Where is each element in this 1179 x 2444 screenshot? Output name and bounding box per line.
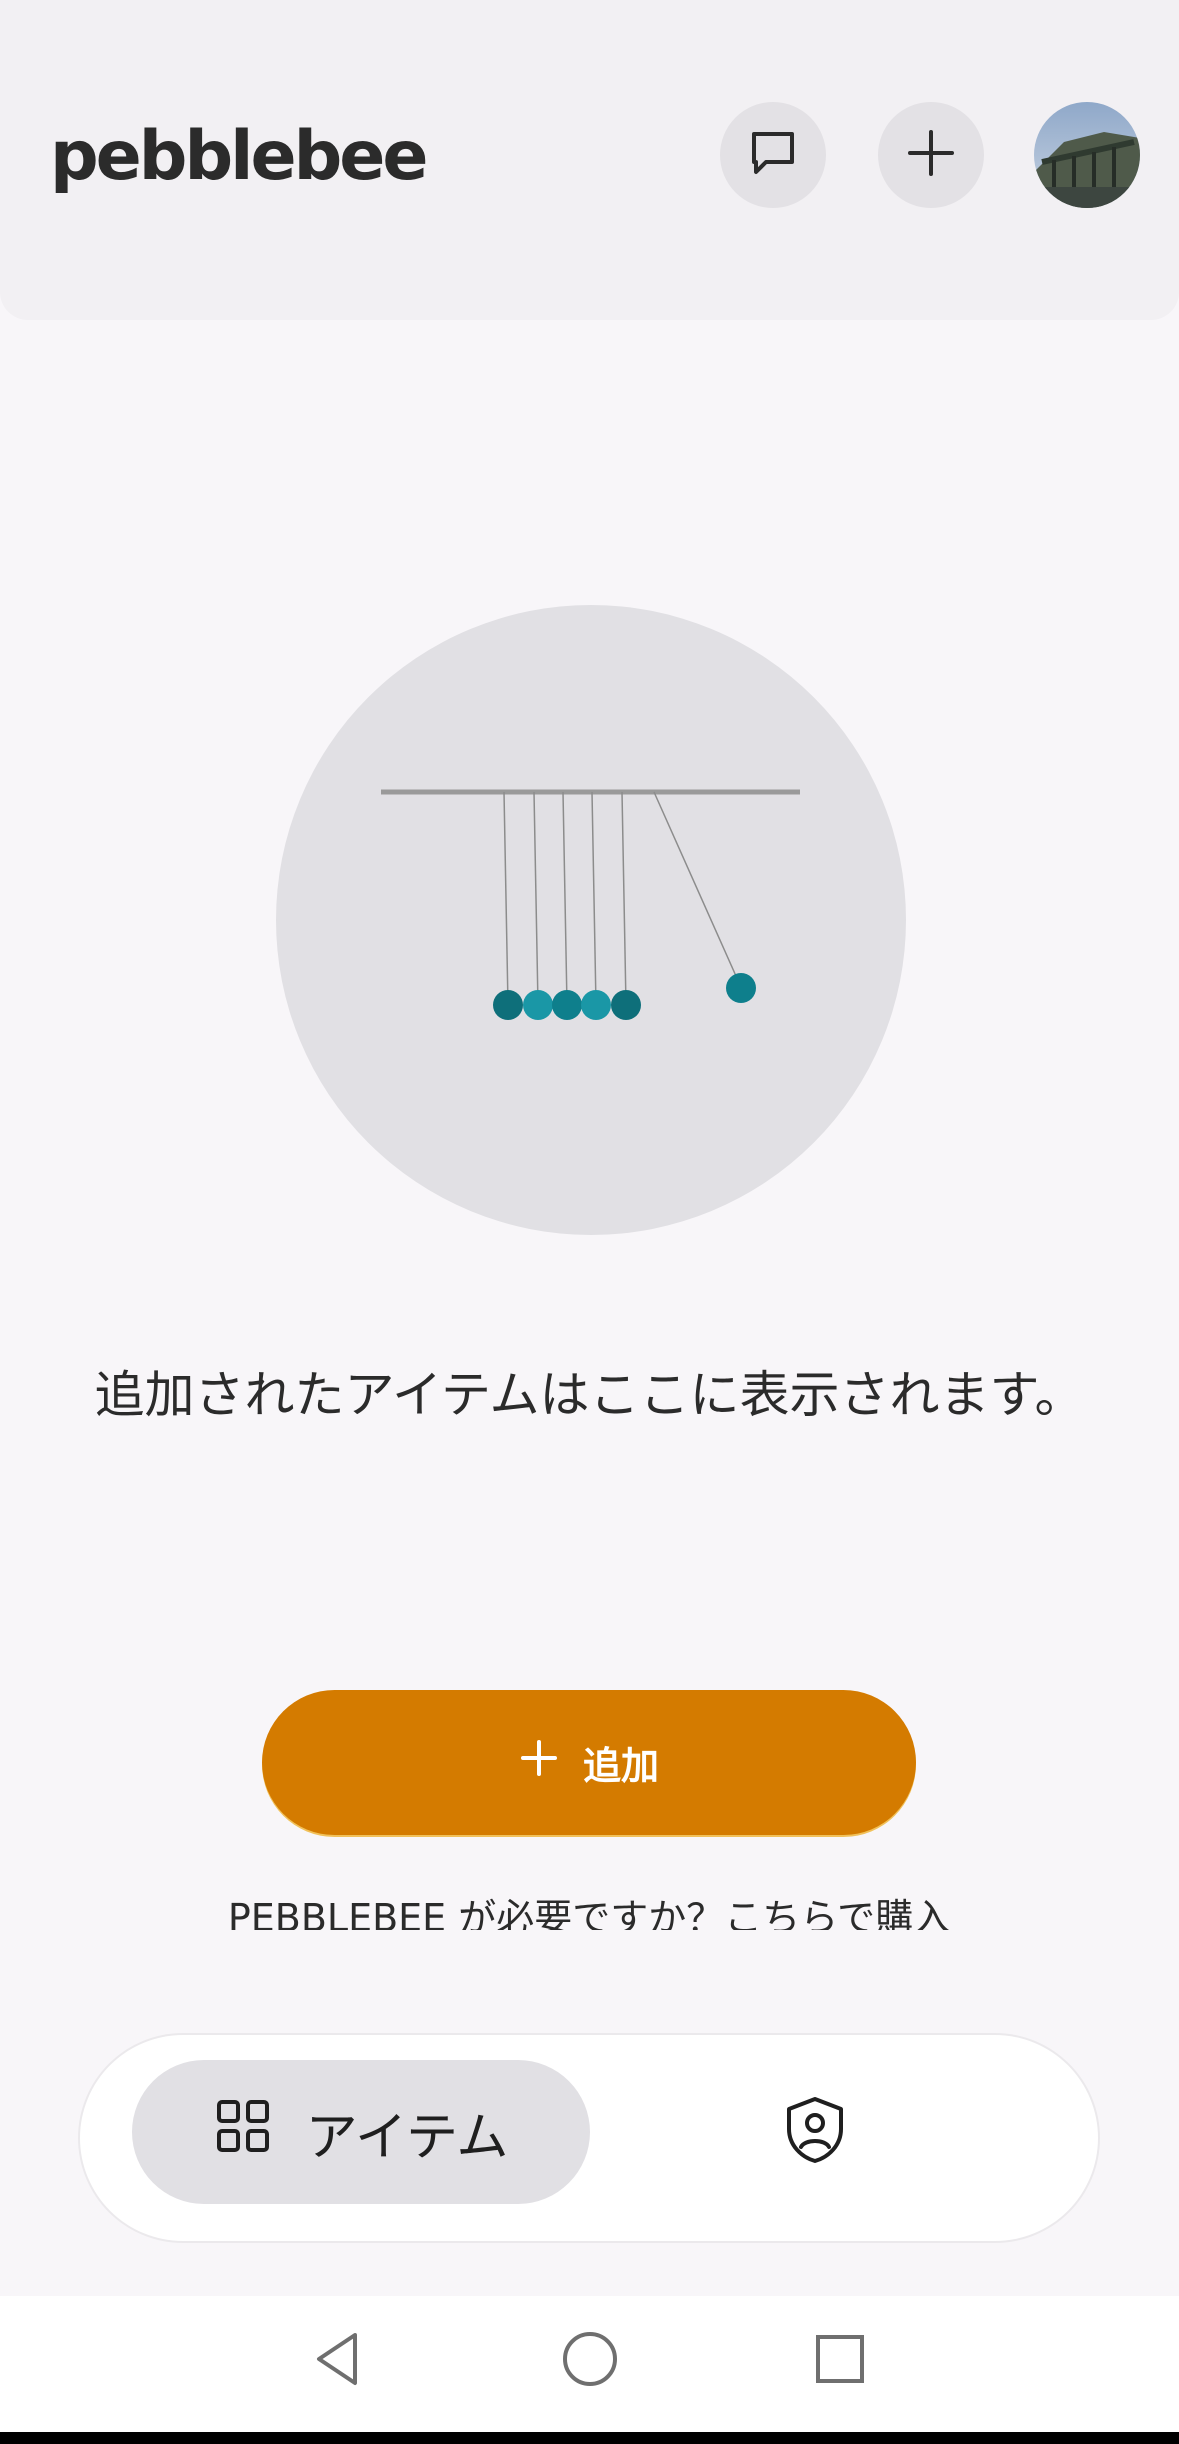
tab-security[interactable]: [780, 2097, 850, 2167]
pebblebee-logo: pebblebee: [50, 117, 428, 196]
tab-items[interactable]: アイテム: [132, 2060, 590, 2204]
add-item-button[interactable]: 追加: [262, 1690, 916, 1835]
chat-bubble-icon: [744, 124, 802, 186]
home-button[interactable]: [555, 2326, 625, 2396]
back-icon: [309, 2329, 365, 2393]
add-item-label: 追加: [582, 1744, 659, 1788]
back-button[interactable]: [302, 2326, 372, 2396]
screen-bottom-edge: [0, 2432, 1179, 2444]
tab-items-label: アイテム: [305, 2107, 509, 2168]
recents-icon: [812, 2331, 868, 2391]
grid-icon: [214, 2097, 272, 2168]
avatar[interactable]: [1034, 102, 1140, 208]
purchase-link[interactable]: PEBBLEBEE が必要ですか？こちらで購入: [0, 1888, 1179, 1930]
add-button[interactable]: [878, 102, 984, 208]
newtons-cradle-illustration: [381, 789, 800, 1020]
plus-icon: [519, 1738, 559, 1787]
app-header: pebblebee: [0, 0, 1179, 320]
empty-state-illustration: [276, 605, 906, 1235]
system-navigation-bar: [0, 2296, 1179, 2432]
home-icon: [560, 2329, 620, 2393]
bottom-navigation: アイテム: [80, 2035, 1098, 2241]
shield-user-icon: [783, 2095, 847, 2169]
chat-button[interactable]: [720, 102, 826, 208]
purchase-link-container: PEBBLEBEE が必要ですか？こちらで購入: [0, 1888, 1179, 1930]
empty-state-message: 追加されたアイテムはここに表示されます。: [94, 1366, 1085, 1424]
plus-icon: [904, 126, 958, 184]
recents-button[interactable]: [805, 2326, 875, 2396]
